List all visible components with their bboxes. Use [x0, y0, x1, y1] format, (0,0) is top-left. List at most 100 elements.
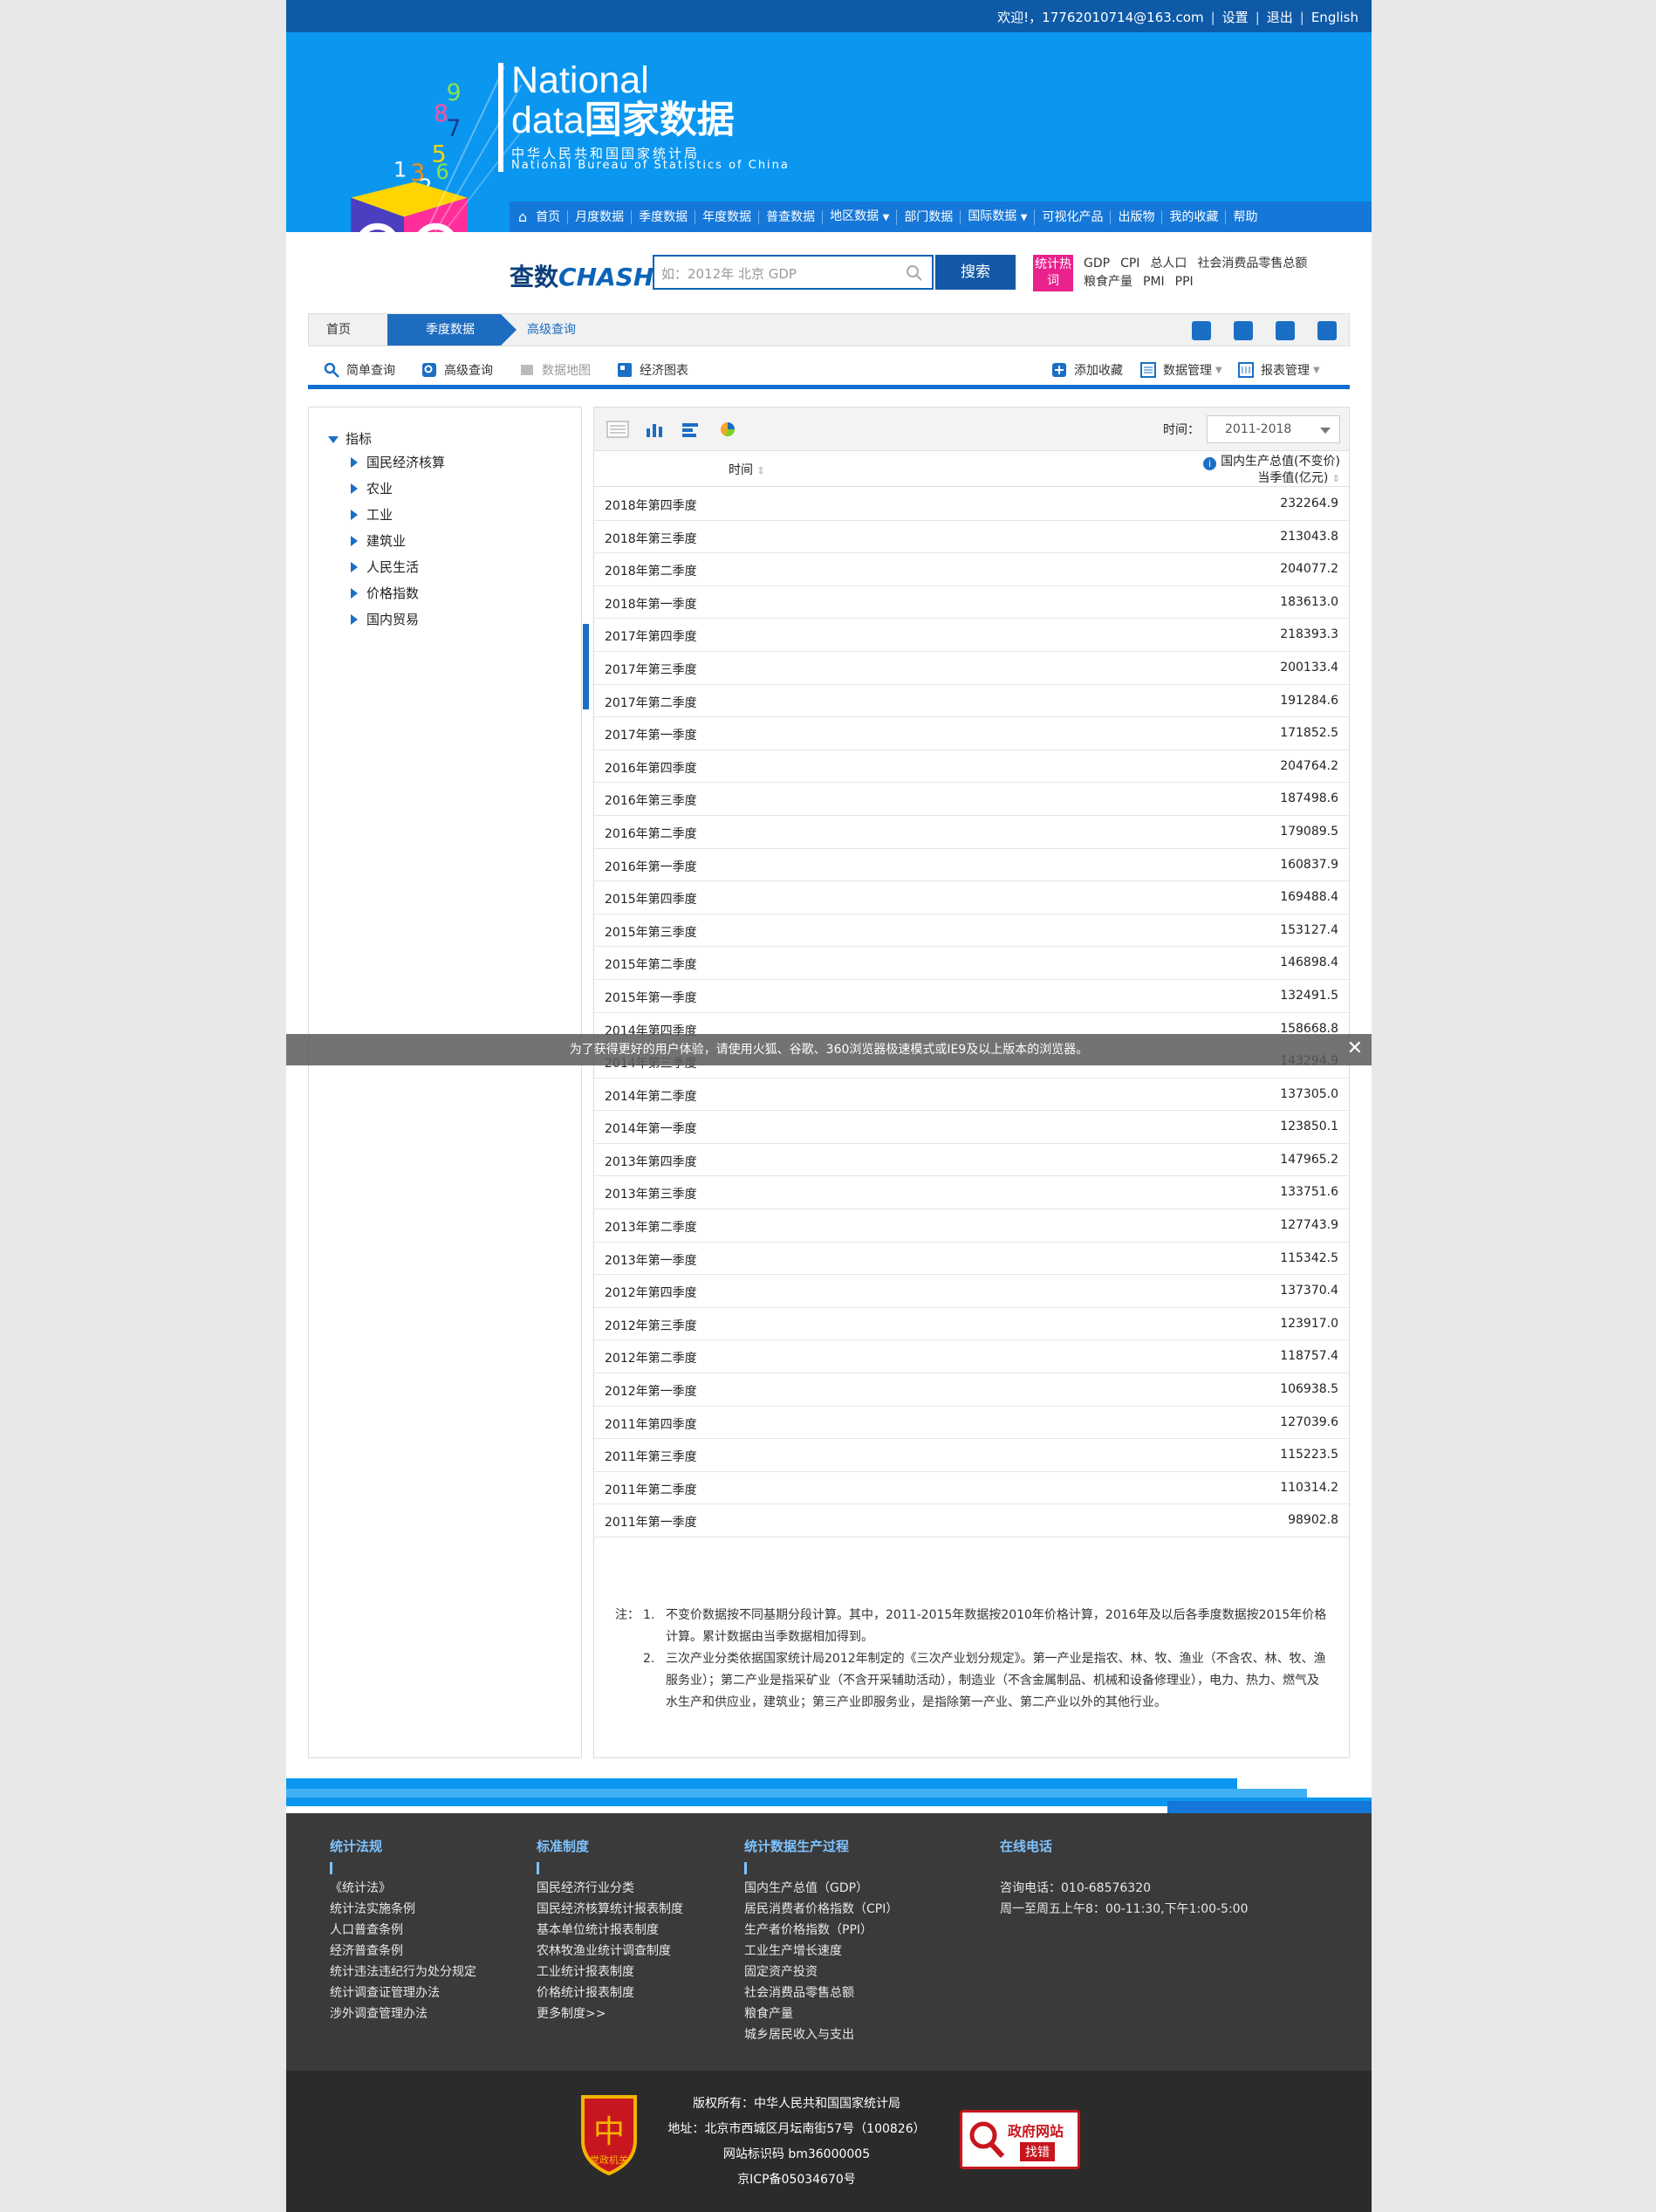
footer-link[interactable]: 社会消费品零售总额 [744, 1983, 898, 2003]
row-time: 2018年第三季度 [605, 531, 697, 546]
caret-right-icon [351, 562, 358, 572]
header-time[interactable]: 时间 ⇕ [729, 461, 765, 478]
find-error-label: 找错 [1020, 2142, 1055, 2161]
footer-link[interactable]: 农林牧渔业统计调查制度 [537, 1941, 683, 1962]
logout-link[interactable]: 退出 [1267, 10, 1293, 25]
add-favorite-button[interactable]: 添加收藏 [1051, 361, 1123, 379]
settings-link[interactable]: 设置 [1222, 10, 1249, 25]
table-row: 2018年第一季度 183613.0 [594, 586, 1349, 620]
hot-word[interactable]: 总人口 [1150, 257, 1187, 271]
time-range-select[interactable]: 2011-2018 [1207, 415, 1340, 443]
hot-word[interactable]: GDP [1084, 257, 1110, 271]
footer-link[interactable]: 工业统计报表制度 [537, 1962, 683, 1983]
footer-col-phone: 在线电话 咨询电话：010-68576320 周一至周五上午8：00-11:30… [1000, 1836, 1249, 1920]
search-input[interactable]: 如：2012年 北京 GDP [653, 255, 934, 290]
nav-favorites[interactable]: 我的收藏 [1162, 209, 1227, 224]
separator: | [1210, 10, 1215, 25]
nav-regional[interactable]: 地区数据 ▼ [823, 209, 898, 225]
nav-department[interactable]: 部门数据 [897, 209, 961, 224]
header-gdp[interactable]: i 国内生产总值(不变价) 当季值(亿元) ⇕ [1203, 454, 1340, 487]
copy-icon[interactable] [1234, 321, 1253, 340]
tree-item[interactable]: 农业 [351, 479, 445, 505]
hot-word[interactable]: CPI [1120, 257, 1139, 271]
row-value: 153127.4 [1280, 922, 1338, 937]
copyright-line: 网站标识码 bm36000005 [722, 2147, 871, 2161]
economic-chart-button[interactable]: 经济图表 [617, 361, 688, 379]
table-row: 2017年第二季度 191284.6 [594, 685, 1349, 718]
nav-help[interactable]: 帮助 [1226, 210, 1264, 224]
simple-query-button[interactable]: 简单查询 [324, 361, 395, 379]
report-management-button[interactable]: 报表管理 ▼ [1238, 361, 1320, 379]
english-link[interactable]: English [1311, 10, 1358, 25]
download-icon[interactable] [1192, 321, 1211, 340]
nav-visualization[interactable]: 可视化产品 [1035, 209, 1112, 224]
hot-word[interactable]: PMI [1143, 275, 1165, 289]
footer-link[interactable]: 国内生产总值（GDP） [744, 1878, 898, 1899]
nav-home[interactable]: 首页 [529, 209, 569, 224]
close-icon[interactable]: ✕ [1347, 1034, 1363, 1064]
hot-words-label: 统计热词 [1033, 255, 1073, 291]
pie-chart-icon[interactable] [716, 421, 739, 438]
footer-link[interactable]: 统计法实施条例 [330, 1899, 476, 1920]
footer-link[interactable]: 居民消费者价格指数（CPI） [744, 1899, 898, 1920]
footer-link[interactable]: 涉外调查管理办法 [330, 2003, 476, 2024]
footer-link[interactable]: 工业生产增长速度 [744, 1941, 898, 1962]
sidebar-resize-handle[interactable] [583, 624, 589, 709]
hot-word[interactable]: 粮食产量 [1084, 275, 1133, 289]
row-value: 147965.2 [1280, 1152, 1338, 1167]
footer-link[interactable]: 城乡居民收入与支出 [744, 2024, 898, 2045]
note-text: 不变价数据按不同基期分段计算。其中，2011-2015年数据按2010年价格计算… [666, 1608, 1327, 1644]
search-button[interactable]: 搜索 [935, 255, 1016, 290]
nav-publications[interactable]: 出版物 [1111, 209, 1163, 224]
tree-item[interactable]: 人民生活 [351, 558, 445, 584]
advanced-search-icon [422, 363, 436, 377]
table-view-icon[interactable] [606, 421, 629, 438]
breadcrumb-quarterly[interactable]: 季度数据 [387, 314, 517, 346]
hot-word[interactable]: PPI [1175, 275, 1194, 289]
nav-international[interactable]: 国际数据 ▼ [961, 209, 1036, 225]
nav-annual[interactable]: 年度数据 [695, 209, 760, 224]
data-map-button[interactable]: 数据地图 [519, 361, 591, 379]
footer-link[interactable]: 价格统计报表制度 [537, 1983, 683, 2003]
search-icon [907, 265, 922, 281]
footer-link[interactable]: 粮食产量 [744, 2003, 898, 2024]
tree-item[interactable]: 国内贸易 [351, 610, 445, 636]
share-icon[interactable] [1317, 321, 1337, 340]
table-row: 2012年第二季度 118757.4 [594, 1340, 1349, 1374]
footer-link[interactable]: 《统计法》 [330, 1878, 476, 1899]
footer-link[interactable]: 国民经济核算统计报表制度 [537, 1899, 683, 1920]
tree-item[interactable]: 建筑业 [351, 531, 445, 558]
advanced-query-button[interactable]: 高级查询 [421, 361, 493, 379]
data-management-button[interactable]: 数据管理 ▼ [1140, 361, 1222, 379]
footer-link[interactable]: 统计违法违纪行为处分规定 [330, 1962, 476, 1983]
footer-link[interactable]: 更多制度>> [537, 2003, 683, 2024]
hot-word[interactable]: 社会消费品零售总额 [1197, 257, 1307, 271]
footer-link[interactable]: 固定资产投资 [744, 1962, 898, 1983]
breadcrumb-advanced[interactable]: 高级查询 [510, 314, 597, 346]
nav-census[interactable]: 普查数据 [759, 209, 824, 224]
nav-quarterly[interactable]: 季度数据 [632, 209, 696, 224]
footer-link[interactable]: 人口普查条例 [330, 1920, 476, 1941]
bar-chart-icon[interactable] [643, 421, 666, 438]
print-icon[interactable] [1276, 321, 1295, 340]
tree-item[interactable]: 国民经济核算 [351, 453, 445, 479]
breadcrumb-home[interactable]: 首页 [309, 314, 387, 346]
footer-link[interactable]: 生产者价格指数（PPI） [744, 1920, 898, 1941]
footer-link[interactable]: 经济普查条例 [330, 1941, 476, 1962]
svg-text:1: 1 [393, 156, 407, 181]
row-value: 191284.6 [1280, 693, 1338, 708]
row-time: 2017年第四季度 [605, 630, 697, 645]
row-value: 179089.5 [1280, 824, 1338, 839]
footer-link[interactable]: 统计调查证管理办法 [330, 1983, 476, 2003]
horizontal-bar-icon[interactable] [680, 421, 702, 438]
footer-link[interactable]: 国民经济行业分类 [537, 1878, 683, 1899]
gov-website-error-button[interactable]: 政府网站 找错 [960, 2110, 1080, 2169]
tree-root[interactable]: 指标 [328, 429, 372, 448]
info-icon[interactable]: i [1203, 457, 1217, 470]
tree-item[interactable]: 价格指数 [351, 584, 445, 610]
row-time: 2011年第三季度 [605, 1450, 697, 1465]
row-value: 146898.4 [1280, 955, 1338, 970]
footer-link[interactable]: 基本单位统计报表制度 [537, 1920, 683, 1941]
nav-monthly[interactable]: 月度数据 [568, 209, 633, 224]
tree-item[interactable]: 工业 [351, 505, 445, 531]
